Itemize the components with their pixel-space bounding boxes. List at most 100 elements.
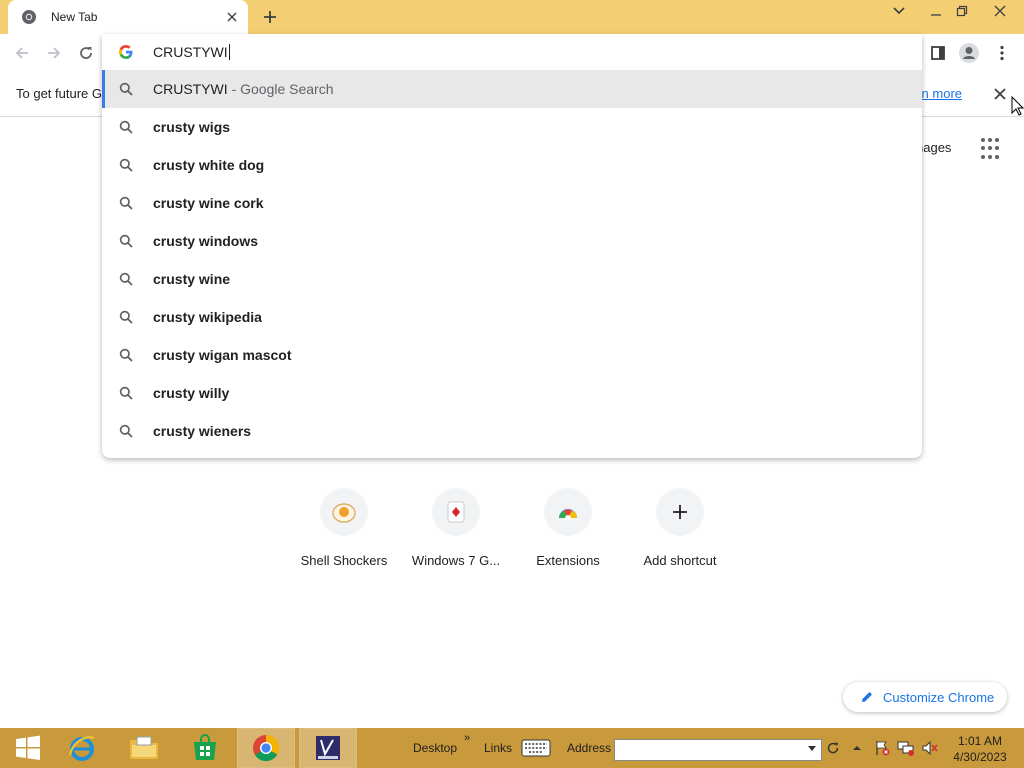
new-tab-button[interactable] (258, 6, 282, 28)
address-dropdown-icon[interactable] (806, 741, 818, 757)
back-arrow-icon[interactable] (10, 41, 34, 65)
suggestion-text: crusty wigan mascot (153, 347, 292, 363)
tab-search-chevron-icon[interactable] (883, 0, 915, 22)
search-icon (119, 120, 133, 134)
suggestion-query: crusty wigs (153, 119, 231, 135)
suggestion-item[interactable]: crusty wigs (102, 108, 922, 146)
suggestion-text: crusty willy (153, 385, 229, 401)
omnibox-input-row[interactable]: CRUSTYWI (102, 34, 922, 70)
close-window-icon[interactable] (984, 0, 1016, 22)
search-icon (119, 234, 133, 248)
search-icon (119, 158, 133, 172)
omnibox-dropdown: CRUSTYWI CRUSTYWI - Google Search crusty … (102, 34, 922, 458)
chrome-taskbar-icon[interactable] (237, 728, 295, 768)
address-refresh-icon[interactable] (822, 729, 844, 767)
profile-avatar-icon[interactable] (957, 41, 981, 65)
search-icon (119, 424, 133, 438)
search-icon (119, 386, 133, 400)
suggestion-query: crusty wigan mascot (153, 347, 292, 363)
suggestion-text: crusty windows (153, 233, 258, 249)
suggestion-text: crusty wikipedia (153, 309, 262, 325)
suggestion-query: CRUSTYWI (153, 81, 228, 97)
close-info-bar-icon[interactable] (990, 84, 1010, 104)
suggestion-item[interactable]: crusty wine (102, 260, 922, 298)
suggestion-item[interactable]: crusty willy (102, 374, 922, 412)
links-toolbar-label[interactable]: Links (484, 741, 512, 755)
suggestion-query: crusty wikipedia (153, 309, 262, 325)
clock-time: 1:01 AM (957, 734, 1003, 748)
shortcut-windows-7-games[interactable]: Windows 7 G... (400, 488, 512, 578)
toolbar-overflow-chevron-icon[interactable]: » (464, 732, 470, 744)
google-g-icon (118, 44, 134, 60)
search-icon (119, 196, 133, 210)
suggestion-item[interactable]: CRUSTYWI - Google Search (102, 70, 922, 108)
suggestion-text: crusty wine cork (153, 195, 264, 211)
customize-chrome-label: Customize Chrome (883, 689, 995, 705)
suggestion-query: crusty wieners (153, 423, 252, 439)
suggestion-text: crusty wigs (153, 119, 230, 135)
shortcut-shell-shockers[interactable]: Shell Shockers (288, 488, 400, 578)
show-hidden-icons-chevron-icon[interactable] (848, 729, 866, 767)
mouse-cursor-icon (1011, 96, 1024, 116)
suggestion-item[interactable]: crusty windows (102, 222, 922, 260)
restore-window-icon[interactable] (946, 0, 978, 22)
plus-icon (656, 488, 704, 536)
tab-new-tab[interactable]: New Tab (8, 0, 248, 34)
egg-icon (320, 488, 368, 536)
file-explorer-icon[interactable] (116, 729, 172, 767)
touch-keyboard-icon[interactable] (518, 729, 554, 767)
shortcut-label: Add shortcut (643, 553, 717, 568)
taskbar: Desktop » Links Address 1:01 AM 4/30/202… (0, 728, 1024, 768)
visual-studio-taskbar-icon[interactable] (299, 728, 357, 768)
suggestion-item[interactable]: crusty wigan mascot (102, 336, 922, 374)
start-windows-icon[interactable] (0, 729, 56, 767)
google-apps-icon[interactable] (980, 137, 1004, 161)
info-bar-text: To get future G (16, 86, 102, 101)
clock-date: 4/30/2023 (953, 750, 1007, 764)
shortcut-label: Shell Shockers (300, 553, 388, 568)
suggestion-item[interactable]: crusty wine cork (102, 184, 922, 222)
shortcut-label: Windows 7 G... (411, 553, 501, 568)
action-center-flag-icon[interactable] (872, 729, 892, 767)
suggestion-suffix: - Google Search (231, 81, 334, 97)
tab-strip: New Tab (0, 0, 1024, 34)
suggestion-text: crusty white dog (153, 157, 264, 173)
suggestion-item[interactable]: crusty wikipedia (102, 298, 922, 336)
windows-store-icon[interactable] (177, 729, 233, 767)
internet-explorer-icon[interactable] (54, 729, 110, 767)
suggestion-item[interactable]: crusty wieners (102, 412, 922, 450)
close-tab-icon[interactable] (222, 7, 242, 27)
shortcut-extensions[interactable]: Extensions (512, 488, 624, 578)
chrome-extensions-icon (544, 488, 592, 536)
suggestion-query: crusty wine cork (153, 195, 264, 211)
customize-chrome-button[interactable]: Customize Chrome (843, 682, 1007, 712)
suggestion-query: crusty wine (153, 271, 231, 287)
suggestion-query: crusty white dog (153, 157, 265, 173)
reload-icon[interactable] (74, 41, 98, 65)
system-clock[interactable]: 1:01 AM 4/30/2023 (950, 733, 1010, 765)
omnibox-input[interactable]: CRUSTYWI (153, 44, 230, 60)
side-panel-icon[interactable] (926, 41, 950, 65)
suggestion-item[interactable]: crusty white dog (102, 146, 922, 184)
suggestion-query: crusty windows (153, 233, 259, 249)
search-icon (119, 348, 133, 362)
pencil-icon (860, 690, 874, 704)
suggestion-query: crusty willy (153, 385, 230, 401)
address-toolbar-input[interactable] (614, 739, 822, 761)
volume-muted-icon[interactable] (920, 729, 940, 767)
address-toolbar-label: Address (567, 741, 612, 755)
desktop-toolbar-label[interactable]: Desktop (413, 741, 457, 755)
solitaire-card-icon (432, 488, 480, 536)
shortcut-label: Extensions (536, 553, 600, 568)
forward-arrow-icon[interactable] (42, 41, 66, 65)
network-icon[interactable] (896, 729, 916, 767)
suggestion-text: crusty wine (153, 271, 230, 287)
kebab-menu-icon[interactable] (990, 41, 1014, 65)
search-icon (119, 82, 133, 96)
add-shortcut-button[interactable]: Add shortcut (624, 488, 736, 578)
chrome-favicon-icon (21, 9, 37, 25)
suggestion-text: CRUSTYWI - Google Search (153, 81, 334, 97)
tab-title: New Tab (51, 10, 98, 24)
suggestion-text: crusty wieners (153, 423, 251, 439)
search-icon (119, 310, 133, 324)
